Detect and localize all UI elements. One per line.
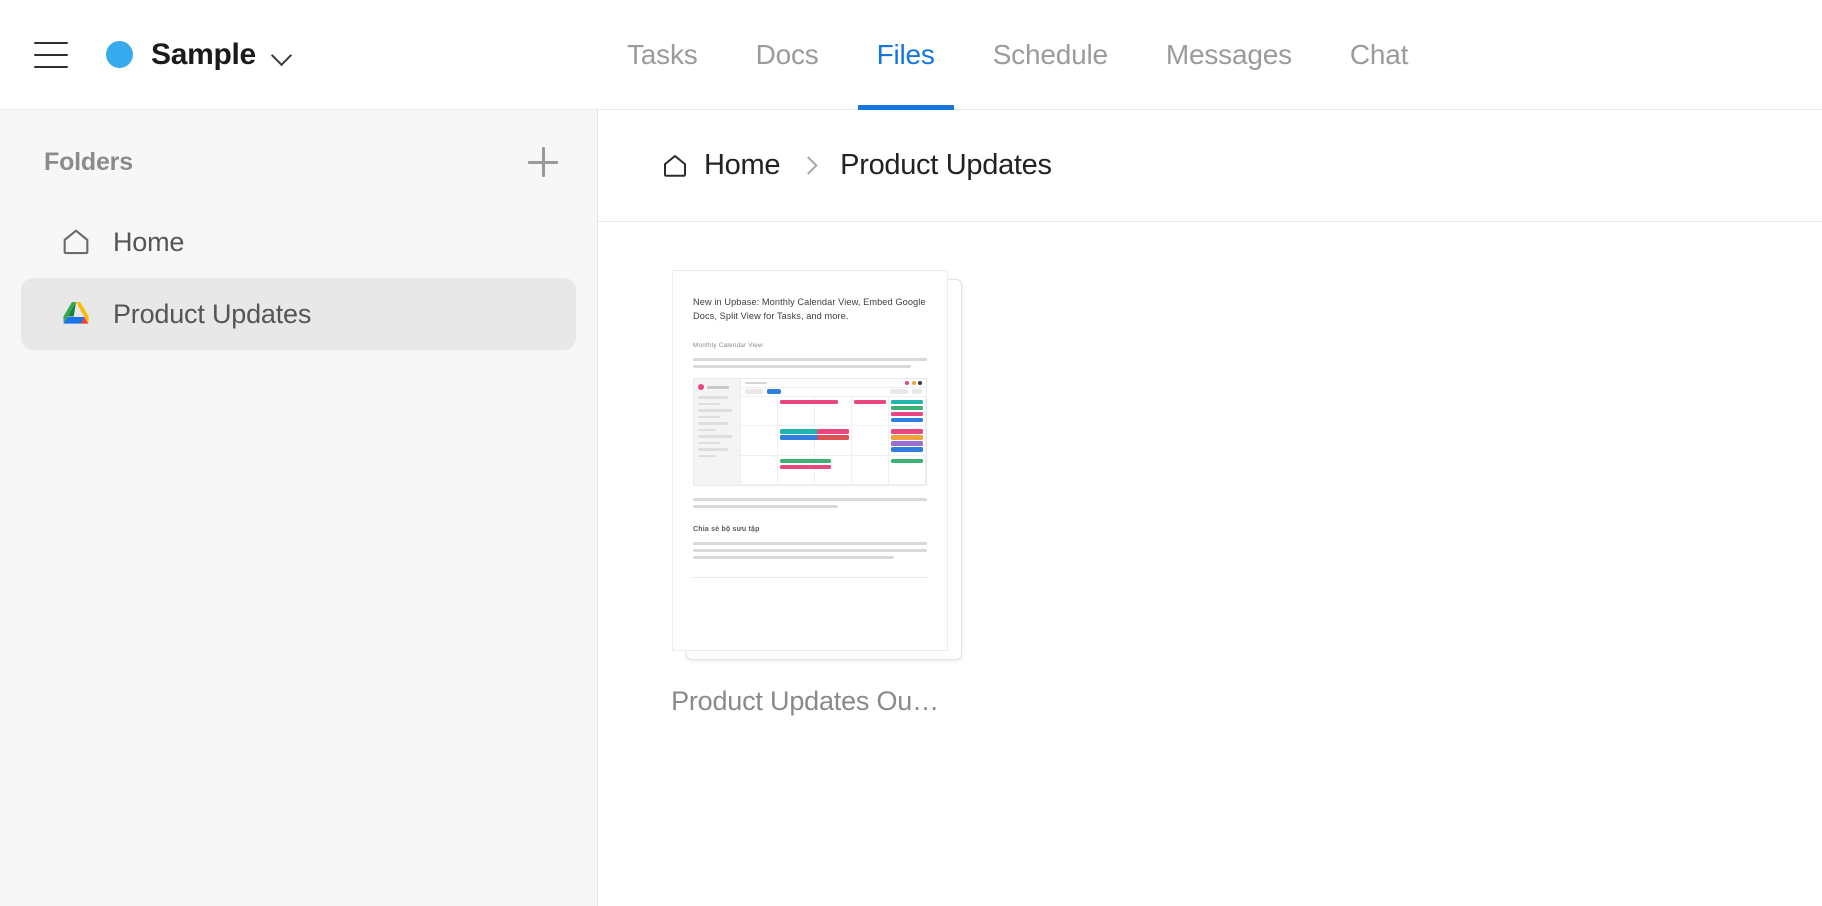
- thumbnail-page: New in Upbase: Monthly Calendar View, Em…: [672, 270, 948, 651]
- tab-label: Tasks: [627, 39, 698, 70]
- tab-tasks[interactable]: Tasks: [598, 0, 727, 110]
- main-content: Home Product Updates New in Upbase: Mont…: [598, 110, 1822, 906]
- file-card[interactable]: New in Upbase: Monthly Calendar View, Em…: [660, 270, 962, 717]
- thumbnail-section-1-title: Monthly Calendar View: [693, 342, 763, 349]
- thumbnail-paragraph: [693, 542, 927, 559]
- sidebar-header: Folders: [0, 132, 597, 192]
- thumbnail-heading: New in Upbase: Monthly Calendar View, Em…: [693, 297, 926, 321]
- tab-label: Schedule: [992, 39, 1108, 70]
- breadcrumb-label: Home: [704, 149, 781, 181]
- main-tabs: Tasks Docs Files Schedule Messages Chat: [598, 0, 1437, 110]
- thumbnail-paragraph: [693, 498, 927, 508]
- sidebar-item-product-updates[interactable]: Product Updates: [21, 278, 576, 350]
- files-grid: New in Upbase: Monthly Calendar View, Em…: [598, 222, 1822, 906]
- tab-label: Messages: [1165, 39, 1292, 70]
- top-bar-left: Sample: [0, 0, 598, 109]
- sidebar: Folders Home Product Updates: [0, 110, 598, 906]
- chevron-down-icon[interactable]: [272, 45, 292, 65]
- file-thumbnail[interactable]: New in Upbase: Monthly Calendar View, Em…: [672, 270, 962, 660]
- sidebar-item-label: Home: [113, 226, 185, 257]
- sidebar-item-label: Product Updates: [113, 298, 312, 329]
- file-name: Product Updates Ou…: [671, 686, 939, 716]
- tab-docs[interactable]: Docs: [727, 0, 848, 110]
- breadcrumb-item-home[interactable]: Home: [660, 149, 780, 182]
- chevron-right-icon: [802, 158, 818, 174]
- plus-icon[interactable]: [521, 140, 565, 184]
- google-drive-icon: [59, 297, 93, 331]
- app-root: Sample Tasks Docs Files Schedule Message…: [0, 0, 1822, 906]
- tab-files[interactable]: Files: [848, 0, 964, 110]
- body: Folders Home Product Updates Home Produc…: [0, 110, 1822, 906]
- tab-label: Chat: [1349, 39, 1409, 70]
- workspace-name: Sample: [151, 37, 256, 71]
- workspace-color-dot: [106, 41, 133, 68]
- tab-chat[interactable]: Chat: [1321, 0, 1437, 110]
- tab-label: Files: [876, 39, 935, 70]
- tab-schedule[interactable]: Schedule: [964, 0, 1137, 110]
- sidebar-title: Folders: [44, 147, 133, 176]
- tab-messages[interactable]: Messages: [1137, 0, 1321, 110]
- thumbnail-calendar-screenshot: [693, 378, 927, 486]
- sidebar-item-home[interactable]: Home: [21, 206, 576, 278]
- thumbnail-paragraph: [693, 358, 927, 368]
- tab-label: Docs: [755, 39, 819, 70]
- breadcrumb: Home Product Updates: [598, 110, 1822, 222]
- breadcrumb-label: Product Updates: [840, 149, 1052, 181]
- thumbnail-section-2-title: Chia sẻ bộ sưu tập: [693, 526, 760, 533]
- breadcrumb-item-current[interactable]: Product Updates: [840, 149, 1052, 182]
- home-icon: [660, 151, 690, 181]
- folder-list: Home Product Updates: [0, 192, 597, 350]
- hamburger-icon[interactable]: [34, 41, 68, 68]
- home-icon: [59, 225, 93, 259]
- top-bar: Sample Tasks Docs Files Schedule Message…: [0, 0, 1822, 110]
